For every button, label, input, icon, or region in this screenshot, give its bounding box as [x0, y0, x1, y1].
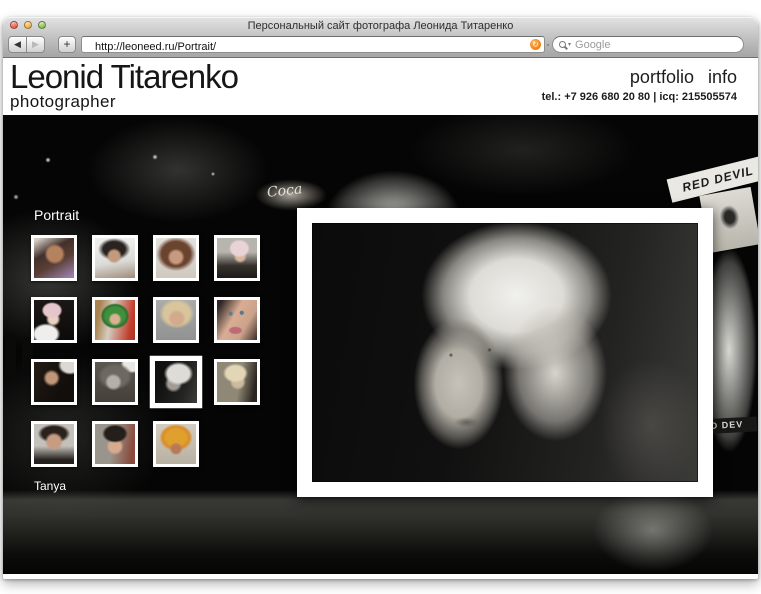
back-button[interactable]: ◀: [8, 36, 27, 53]
browser-toolbar: ◀ ▶ + ↻ ▾: [3, 36, 758, 56]
search-bar: ▾: [552, 36, 744, 53]
background-silhouette: [5, 333, 16, 375]
new-tab-button[interactable]: +: [58, 36, 76, 53]
url-input[interactable]: [82, 40, 544, 55]
forward-icon: ▶: [32, 39, 39, 49]
thumbnail-10[interactable]: [92, 359, 138, 405]
nav-info-link[interactable]: info: [708, 67, 737, 88]
address-bar: ↻: [81, 36, 545, 53]
site-subtitle: photographer: [10, 94, 238, 110]
thumbnail-14[interactable]: [92, 421, 138, 467]
web-page: Leonid Titarenko photographer portfolio …: [3, 58, 758, 579]
coca-cola-sign-text: Coca: [266, 181, 303, 201]
site-brand: Leonid Titarenko photographer: [10, 60, 238, 110]
site-name: Leonid Titarenko: [10, 60, 238, 94]
photo-caption: Tanya: [34, 479, 66, 493]
thumbnail-4[interactable]: [214, 235, 260, 281]
reload-icon[interactable]: ↻: [530, 39, 541, 50]
thumbnail-8[interactable]: [214, 297, 260, 343]
thumbnail-13[interactable]: [31, 421, 77, 467]
thumbnail-15[interactable]: [153, 421, 199, 467]
category-label: Portrait: [34, 207, 79, 223]
header-right: portfolio info tel.: +7 926 680 20 80 | …: [542, 67, 737, 103]
browser-window: Персональный сайт фотографа Леонида Тита…: [3, 17, 758, 579]
history-buttons: ◀ ▶: [8, 36, 45, 53]
search-icon: [559, 41, 566, 48]
thumbnail-9[interactable]: [31, 359, 77, 405]
search-input[interactable]: [571, 39, 743, 51]
thumbnail-12[interactable]: [214, 359, 260, 405]
window-chrome: Персональный сайт фотографа Леонида Тита…: [3, 17, 758, 58]
toolbar-divider: [547, 44, 549, 46]
thumbnail-3[interactable]: [153, 235, 199, 281]
site-header: Leonid Titarenko photographer portfolio …: [3, 58, 758, 115]
window-title: Персональный сайт фотографа Леонида Тита…: [3, 20, 758, 32]
gallery-background-photo: Coca RED DEVIL D DEV Portrait: [3, 115, 758, 574]
thumbnail-2[interactable]: [92, 235, 138, 281]
main-photo-frame[interactable]: [297, 208, 713, 497]
forward-button[interactable]: ▶: [27, 36, 45, 53]
thumbnail-7[interactable]: [153, 297, 199, 343]
thumbnail-grid: [31, 235, 266, 473]
main-photo: [312, 223, 698, 482]
back-icon: ◀: [14, 39, 21, 49]
thumbnail-11-selected[interactable]: [152, 358, 200, 406]
contact-line: tel.: +7 926 680 20 80 | icq: 215505574: [542, 91, 737, 103]
nav-portfolio-link[interactable]: portfolio: [630, 67, 694, 88]
thumbnail-6[interactable]: [92, 297, 138, 343]
thumbnail-5[interactable]: [31, 297, 77, 343]
thumbnail-1[interactable]: [31, 235, 77, 281]
site-nav: portfolio info: [542, 67, 737, 88]
